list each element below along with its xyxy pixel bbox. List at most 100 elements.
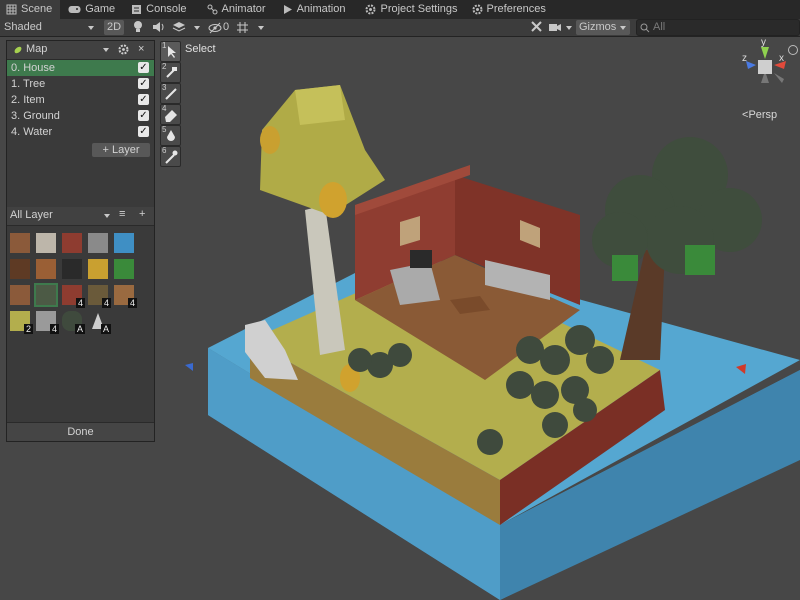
palette-tile[interactable]: 2 xyxy=(10,311,33,334)
tile-count: 4 xyxy=(101,298,111,308)
map-title: Map xyxy=(26,43,48,55)
editor-tab-bar: Scene Game Console Animator Animation Pr… xyxy=(0,0,800,19)
shading-mode-dropdown[interactable]: Shaded xyxy=(4,20,96,35)
tab-game-label: Game xyxy=(85,3,116,15)
pineapple xyxy=(319,182,347,218)
palette-tile[interactable] xyxy=(62,233,82,253)
scene-search-field[interactable]: All xyxy=(636,19,800,36)
palette-tile[interactable]: A xyxy=(88,311,111,334)
palette-tile[interactable] xyxy=(62,259,82,279)
chevron-down-icon xyxy=(566,26,572,30)
list-icon[interactable]: ≡ xyxy=(119,208,125,220)
palette-tile[interactable] xyxy=(114,233,134,253)
layer-row-item[interactable]: 2. Item ✓ xyxy=(7,92,154,108)
tab-preferences[interactable]: Preferences xyxy=(466,0,554,19)
select-tool-label: Select xyxy=(185,43,216,55)
tab-project-settings[interactable]: Project Settings xyxy=(359,0,465,19)
tab-preferences-label: Preferences xyxy=(486,3,546,15)
tool-eyedropper[interactable]: 6 xyxy=(160,146,181,167)
add-layer-button[interactable]: + Layer xyxy=(92,143,150,157)
checkbox-checked-icon[interactable]: ✓ xyxy=(138,78,149,89)
tab-animation[interactable]: Animation xyxy=(276,0,354,19)
palette-tile[interactable]: 4 xyxy=(114,285,137,308)
checkbox-checked-icon[interactable]: ✓ xyxy=(138,94,149,105)
plus-icon[interactable]: + xyxy=(139,208,145,220)
projection-toggle[interactable]: <Persp xyxy=(742,109,777,121)
chevron-down-icon xyxy=(88,26,94,30)
grid-snapping-dropdown[interactable] xyxy=(236,20,266,35)
layer-row-house[interactable]: 0. House ✓ xyxy=(7,60,154,76)
gizmos-dropdown[interactable]: Gizmos xyxy=(576,20,630,35)
apple xyxy=(685,245,715,275)
palette-tile[interactable] xyxy=(114,259,134,279)
gear-icon[interactable] xyxy=(118,44,129,55)
tile-count: 4 xyxy=(49,324,59,334)
palette-tile[interactable] xyxy=(10,285,30,305)
leaf-icon xyxy=(14,46,22,54)
tab-console-label: Console xyxy=(146,3,187,15)
chevron-down-icon xyxy=(104,214,110,218)
tools-button[interactable] xyxy=(530,20,544,35)
palette-tile[interactable]: 4 xyxy=(62,285,85,308)
tool-select[interactable]: 1 xyxy=(160,41,181,62)
palette-tile-selected[interactable] xyxy=(34,283,58,307)
layer-row-tree[interactable]: 1. Tree ✓ xyxy=(7,76,154,92)
tile-count: 2 xyxy=(23,324,33,334)
palette-tile[interactable] xyxy=(88,259,108,279)
palette-tile[interactable] xyxy=(10,233,30,253)
camera-dropdown[interactable] xyxy=(548,20,572,35)
tool-number: 6 xyxy=(162,146,167,155)
hidden-objects-toggle[interactable]: 0 xyxy=(208,20,232,35)
tool-fill[interactable]: 5 xyxy=(160,125,181,146)
palette-tile[interactable]: 4 xyxy=(36,311,59,334)
done-button[interactable]: Done xyxy=(7,422,154,441)
tool-eraser[interactable]: 4 xyxy=(160,104,181,125)
palette-tile[interactable] xyxy=(36,259,56,279)
gear-icon xyxy=(472,4,483,15)
layer-filter-dropdown[interactable]: All Layer xyxy=(10,209,53,221)
checkbox-checked-icon[interactable]: ✓ xyxy=(138,62,149,73)
tool-brush[interactable]: 2 xyxy=(160,62,181,83)
palette-tile[interactable]: A xyxy=(62,311,85,334)
layer-label: 2. Item xyxy=(11,94,45,106)
search-placeholder: All xyxy=(653,21,666,33)
tab-project-settings-label: Project Settings xyxy=(380,3,458,15)
lock-icon[interactable] xyxy=(788,45,798,55)
layer-label: 0. House xyxy=(11,62,56,74)
console-icon xyxy=(132,5,142,14)
tool-number: 4 xyxy=(162,104,167,113)
tab-animator[interactable]: Animator xyxy=(201,0,274,19)
orientation-gizmo[interactable]: y x z xyxy=(738,37,794,95)
tile-count: 4 xyxy=(75,298,85,308)
shading-mode-label: Shaded xyxy=(4,21,42,33)
speaker-icon xyxy=(153,22,164,32)
tab-console[interactable]: Console xyxy=(125,0,194,19)
tool-pencil[interactable]: 3 xyxy=(160,83,181,104)
audio-toggle[interactable] xyxy=(152,20,166,35)
effects-dropdown[interactable] xyxy=(172,20,202,35)
layer-filter-bar: All Layer ≡ + xyxy=(7,207,154,226)
scene-toolbar: Shaded 2D 0 Gizmos All xyxy=(0,19,800,37)
lighting-toggle[interactable] xyxy=(132,20,146,35)
map-selector[interactable]: Map × xyxy=(7,41,154,60)
tree-canopy-right xyxy=(592,137,762,274)
close-icon[interactable]: × xyxy=(138,43,144,55)
layer-row-ground[interactable]: 3. Ground ✓ xyxy=(7,108,154,124)
checkbox-checked-icon[interactable]: ✓ xyxy=(138,126,149,137)
palette-tile[interactable] xyxy=(88,233,108,253)
tab-game[interactable]: Game xyxy=(62,0,123,19)
chevron-down-icon xyxy=(194,26,200,30)
eye-slash-icon xyxy=(208,22,222,34)
palette-tile[interactable] xyxy=(36,233,56,253)
2d-toggle-button[interactable]: 2D xyxy=(104,20,124,35)
palette-tile[interactable] xyxy=(10,259,30,279)
palette-tile[interactable]: 4 xyxy=(88,285,111,308)
z-axis-marker xyxy=(185,363,193,371)
tile-count: 4 xyxy=(127,298,137,308)
grid-icon xyxy=(237,22,248,33)
map-panel: Map × 0. House ✓ 1. Tree ✓ 2. Item ✓ 3. … xyxy=(6,40,155,442)
search-icon xyxy=(640,23,650,33)
layer-row-water[interactable]: 4. Water ✓ xyxy=(7,124,154,140)
tab-scene[interactable]: Scene xyxy=(0,0,61,19)
checkbox-checked-icon[interactable]: ✓ xyxy=(138,110,149,121)
